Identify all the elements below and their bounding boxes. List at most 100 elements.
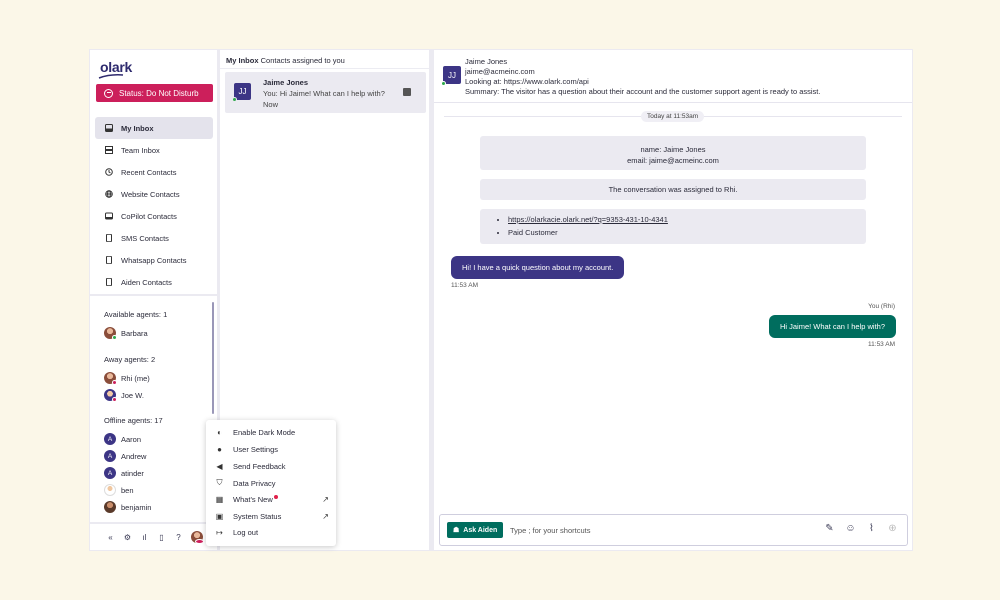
agent-item[interactable]: Rhi (me) bbox=[104, 372, 150, 385]
avatar bbox=[104, 501, 116, 513]
user-icon: ● bbox=[217, 445, 222, 454]
visitor-details-message: https://olarkacie.olark.net/?q=9353-431-… bbox=[480, 209, 866, 244]
shield-icon: ⛉ bbox=[216, 478, 223, 487]
conversation-item[interactable]: JJ Jaime Jones You: Hi Jaime! What can I… bbox=[225, 72, 426, 113]
message-composer[interactable]: ☗ Ask Aiden Type ; for your shortcuts ✎ … bbox=[439, 514, 908, 546]
menu-item-label: Data Privacy bbox=[233, 478, 276, 488]
reports-bar-icon[interactable]: ıl bbox=[140, 533, 149, 542]
ask-aiden-button[interactable]: ☗ Ask Aiden bbox=[447, 522, 504, 538]
contact-email[interactable]: jaime@acmeinc.com bbox=[465, 67, 535, 76]
send-icon[interactable]: ⊕ bbox=[887, 523, 898, 534]
info-email: email: jaime@acmeinc.com bbox=[627, 156, 719, 165]
menu-item-label: Log out bbox=[233, 528, 259, 537]
agent-item[interactable]: Joe W. bbox=[104, 389, 144, 402]
divider bbox=[220, 68, 429, 69]
agents-scrollbar[interactable] bbox=[212, 302, 214, 414]
status-button[interactable]: Status: Do Not Disturb bbox=[96, 84, 213, 102]
nav-item-label: Recent Contacts bbox=[121, 167, 177, 177]
message-time: 11:53 AM bbox=[868, 341, 895, 348]
external-link-icon: ↗ bbox=[322, 495, 329, 504]
nav-item-recent-contacts[interactable]: Recent Contacts bbox=[95, 161, 213, 183]
agent-item[interactable]: A Aaron bbox=[104, 433, 141, 445]
avatar: A bbox=[104, 433, 116, 445]
visitor-link[interactable]: https://olarkacie.olark.net/?q=9353-431-… bbox=[508, 215, 668, 224]
help-icon[interactable]: ? bbox=[174, 533, 183, 542]
nav-item-team-inbox[interactable]: Team Inbox bbox=[95, 139, 213, 161]
sidebar-nav: olark Status: Do Not Disturb My Inbox Te… bbox=[90, 50, 217, 294]
collapse-icon[interactable]: « bbox=[106, 533, 115, 542]
agent-name: Aaron bbox=[121, 434, 142, 444]
inbox-subtitle: Contacts assigned to you bbox=[260, 56, 345, 65]
composer-actions: ✎ ☺ ⌇ ⊕ bbox=[824, 523, 898, 534]
available-agents-heading: Available agents: 1 bbox=[104, 310, 168, 319]
menu-item-label: User Settings bbox=[233, 445, 279, 454]
avatar: JJ bbox=[441, 66, 461, 86]
phone-icon bbox=[105, 234, 113, 242]
logout-icon: ↦ bbox=[216, 528, 223, 537]
nav-item-my-inbox[interactable]: My Inbox bbox=[95, 117, 213, 139]
new-badge bbox=[273, 495, 278, 499]
nav-item-sms-contacts[interactable]: SMS Contacts bbox=[95, 227, 213, 249]
conversation-summary: Summary: The visitor has a question abou… bbox=[465, 87, 821, 96]
settings-gear-icon[interactable]: ⚙ bbox=[123, 533, 132, 542]
agent-item[interactable]: A atinder bbox=[104, 467, 144, 479]
user-avatar[interactable] bbox=[191, 531, 204, 544]
online-indicator bbox=[441, 81, 446, 86]
menu-item-data-privacy[interactable]: ⛉ Data Privacy bbox=[215, 478, 329, 488]
agent-name: Barbara bbox=[121, 328, 148, 338]
composer-input[interactable]: Type ; for your shortcuts bbox=[510, 526, 590, 535]
menu-item-system-status[interactable]: ▣ System Status ↗ bbox=[215, 512, 329, 521]
menu-item-log-out[interactable]: ↦ Log out bbox=[215, 528, 329, 537]
visitor-message-bubble: Hi! I have a quick question about my acc… bbox=[451, 256, 625, 279]
nav-item-aiden-contacts[interactable]: Aiden Contacts bbox=[95, 271, 213, 293]
agent-item[interactable]: benjamin bbox=[104, 501, 151, 513]
menu-item-dark-mode[interactable]: ◐ Enable Dark Mode bbox=[215, 428, 329, 437]
nav-item-copilot-contacts[interactable]: CoPilot Contacts bbox=[95, 205, 213, 227]
agent-name: Rhi (me) bbox=[121, 373, 150, 383]
menu-item-whats-new[interactable]: ▦ What's New ↗ bbox=[215, 495, 329, 504]
avatar bbox=[104, 327, 117, 340]
emoji-icon[interactable]: ☺ bbox=[845, 523, 856, 534]
history-icon bbox=[105, 168, 113, 176]
nav-item-website-contacts[interactable]: Website Contacts bbox=[95, 183, 213, 205]
attachment-icon[interactable]: ⌇ bbox=[866, 523, 877, 534]
online-indicator bbox=[232, 97, 237, 102]
avatar: A bbox=[104, 467, 116, 479]
away-agents-heading: Away agents: 2 bbox=[104, 355, 156, 364]
agent-item[interactable]: ben bbox=[104, 484, 134, 496]
megaphone-icon: ◀ bbox=[216, 462, 223, 471]
chat-column: JJ Jaime Jones jaime@acmeinc.com Looking… bbox=[434, 50, 912, 550]
nav-item-label: CoPilot Contacts bbox=[121, 211, 177, 221]
logo-swoosh-icon bbox=[98, 74, 124, 79]
message-time: 11:53 AM bbox=[451, 282, 478, 289]
menu-item-user-settings[interactable]: ● User Settings bbox=[215, 445, 329, 454]
inbox-title: My Inbox Contacts assigned to you bbox=[226, 56, 345, 65]
agent-name: Joe W. bbox=[121, 390, 144, 400]
magic-wand-icon[interactable]: ✎ bbox=[824, 523, 835, 534]
nav-item-label: Whatsapp Contacts bbox=[121, 255, 187, 265]
agent-item[interactable]: A Andrew bbox=[104, 450, 146, 462]
olark-logo: olark bbox=[100, 59, 132, 75]
menu-item-send-feedback[interactable]: ◀ Send Feedback bbox=[215, 462, 329, 471]
globe-icon bbox=[105, 190, 113, 198]
nav-item-whatsapp-contacts[interactable]: Whatsapp Contacts bbox=[95, 249, 213, 271]
archive-icon[interactable] bbox=[403, 88, 411, 96]
nav-item-label: Team Inbox bbox=[121, 145, 160, 155]
moon-icon: ◐ bbox=[217, 428, 222, 437]
offline-agents-heading: Offline agents: 17 bbox=[104, 416, 163, 425]
document-icon[interactable]: ▯ bbox=[157, 533, 166, 542]
agent-item[interactable]: Barbara bbox=[104, 327, 148, 340]
agent-message-bubble: Hi Jaime! What can I help with? bbox=[768, 315, 896, 338]
assignment-message: The conversation was assigned to Rhi. bbox=[480, 179, 866, 200]
day-separator: Today at 11:53am bbox=[641, 111, 705, 122]
agent-name: ben bbox=[121, 485, 134, 495]
inbox-icon bbox=[105, 124, 113, 132]
menu-item-label: Send Feedback bbox=[233, 462, 286, 471]
external-link-icon: ↗ bbox=[322, 512, 329, 521]
user-menu: ◐ Enable Dark Mode ● User Settings ◀ Sen… bbox=[206, 420, 336, 546]
status-label: Status: Do Not Disturb bbox=[119, 88, 199, 98]
agent-name: atinder bbox=[121, 468, 144, 478]
nav-item-label: SMS Contacts bbox=[121, 233, 169, 243]
nav-item-label: Website Contacts bbox=[121, 189, 180, 199]
menu-item-label: System Status bbox=[233, 512, 282, 521]
